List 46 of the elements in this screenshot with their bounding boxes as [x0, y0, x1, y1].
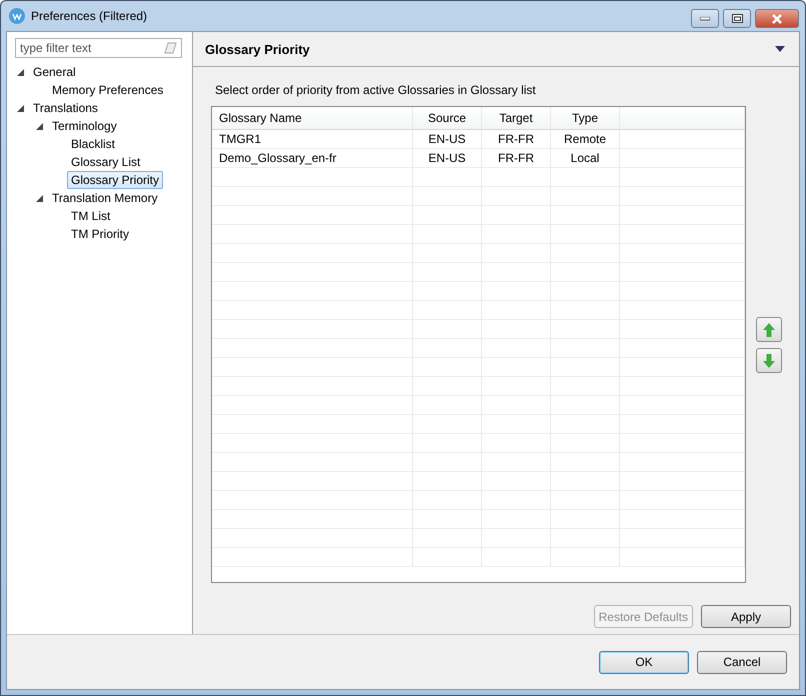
- tree-item[interactable]: Translation Memory: [48, 189, 162, 207]
- tree-item[interactable]: General: [29, 63, 80, 81]
- tree-item[interactable]: Memory Preferences: [48, 81, 168, 99]
- maximize-icon: [732, 14, 742, 23]
- tree-item[interactable]: TM List: [67, 207, 114, 225]
- tree-item[interactable]: Translations: [29, 99, 102, 117]
- column-header[interactable]: Glossary Name: [212, 107, 412, 130]
- app-icon: [9, 8, 25, 24]
- expanded-arrow-icon[interactable]: [17, 104, 24, 112]
- expanded-arrow-icon[interactable]: [36, 122, 43, 130]
- table-cell: Demo_Glossary_en-fr: [212, 148, 412, 168]
- down-arrow-icon: [763, 354, 775, 368]
- dropdown-arrow-icon[interactable]: [775, 46, 785, 52]
- table-cell: FR-FR: [482, 148, 550, 168]
- description-text: Select order of priority from active Glossaries in Glossary list: [215, 83, 537, 97]
- page-title: Glossary Priority: [205, 42, 310, 56]
- table-cell: Local: [550, 148, 620, 168]
- minimize-button[interactable]: [691, 9, 719, 28]
- table-cell: EN-US: [412, 148, 482, 168]
- filter-field[interactable]: type filter text: [15, 38, 182, 58]
- table-cell: FR-FR: [482, 130, 550, 148]
- close-icon: [771, 14, 783, 24]
- tree-item[interactable]: Blacklist: [67, 135, 120, 153]
- expanded-arrow-icon[interactable]: [17, 68, 24, 76]
- tree-item[interactable]: Glossary Priority: [67, 171, 164, 189]
- column-header[interactable]: Target: [482, 107, 550, 130]
- ok-button[interactable]: OK: [599, 650, 689, 674]
- column-header[interactable]: Source: [412, 107, 482, 130]
- up-arrow-icon: [763, 322, 775, 336]
- move-up-button[interactable]: [756, 317, 782, 342]
- apply-button[interactable]: Apply: [701, 605, 791, 628]
- minimize-icon: [700, 16, 710, 20]
- tree-item[interactable]: TM Priority: [67, 225, 133, 243]
- tree-item[interactable]: Glossary List: [67, 153, 144, 171]
- cancel-button[interactable]: Cancel: [697, 650, 787, 674]
- close-button[interactable]: [755, 9, 799, 28]
- window-title: Preferences (Filtered): [31, 9, 148, 23]
- column-header[interactable]: Type: [550, 107, 620, 130]
- table-cell: Remote: [550, 130, 620, 148]
- expanded-arrow-icon[interactable]: [36, 194, 43, 202]
- tree-item[interactable]: Terminology: [48, 117, 121, 135]
- table-cell: TMGR1: [212, 130, 412, 148]
- maximize-button[interactable]: [723, 9, 751, 28]
- eraser-icon: [164, 42, 177, 54]
- table-cell: EN-US: [412, 130, 482, 148]
- move-down-button[interactable]: [756, 348, 782, 373]
